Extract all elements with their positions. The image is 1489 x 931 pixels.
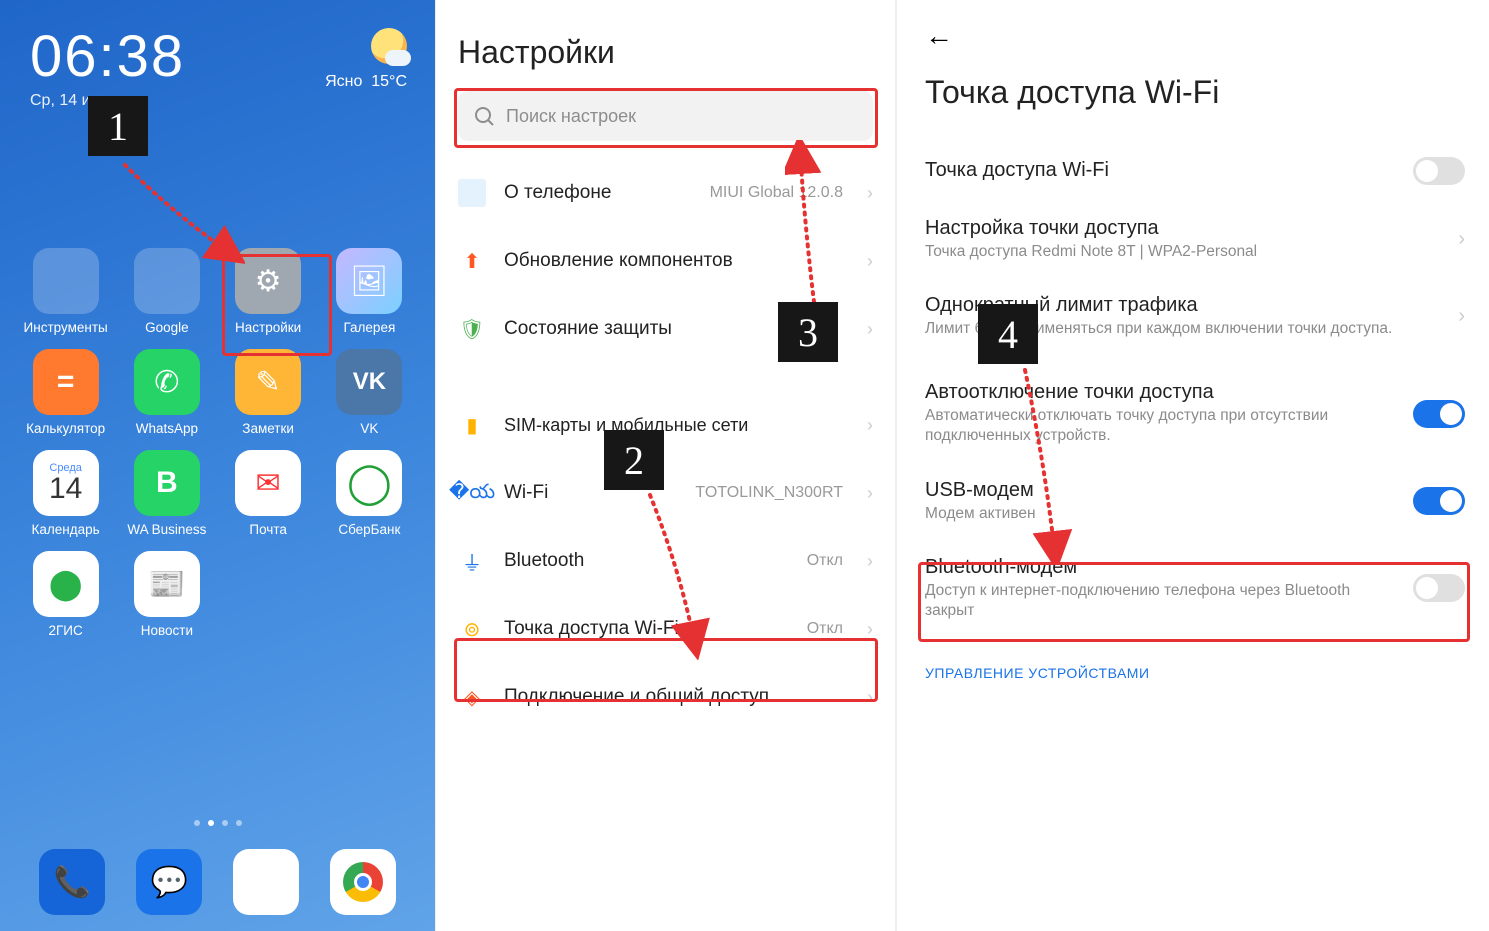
app-notes[interactable]: ✎Заметки bbox=[221, 349, 316, 436]
whatsapp-icon: ✆ bbox=[134, 349, 200, 415]
row-auto-off[interactable]: Автоотключение точки доступаАвтоматическ… bbox=[925, 365, 1465, 462]
camera-icon: ◉ bbox=[253, 865, 279, 900]
app-calc[interactable]: =Калькулятор bbox=[18, 349, 113, 436]
row-about-phone[interactable]: О телефоне MIUI Global 12.0.8 › bbox=[458, 159, 873, 227]
app-mail[interactable]: ✉Почта bbox=[221, 450, 316, 537]
app-vk[interactable]: VKVK bbox=[322, 349, 417, 436]
mail-icon: ✉ bbox=[235, 450, 301, 516]
chevron-right-icon: › bbox=[867, 183, 873, 204]
shield-icon: 🛡 bbox=[458, 315, 486, 343]
home-screen: 06:38 Ср, 14 июля Ясно 15°C 1 Инструмент… bbox=[0, 0, 435, 931]
dock-camera[interactable]: ◉ bbox=[233, 849, 299, 915]
share-icon: ◈ bbox=[458, 683, 486, 711]
row-bluetooth[interactable]: ⏚ Bluetooth Откл › bbox=[458, 527, 873, 595]
chevron-right-icon: › bbox=[1458, 305, 1465, 328]
row-update[interactable]: ⬆ Обновление компонентов › bbox=[458, 227, 873, 295]
row-wifi[interactable]: �య Wi-Fi TOTOLINK_N300RT › bbox=[458, 459, 873, 527]
chevron-right-icon: › bbox=[1458, 228, 1465, 251]
gallery-icon: 🖼 bbox=[336, 248, 402, 314]
row-hotspot-setup[interactable]: Настройка точки доступаТочка доступа Red… bbox=[925, 201, 1465, 278]
app-google[interactable]: Google bbox=[119, 248, 214, 335]
app-sber[interactable]: ◯СберБанк bbox=[322, 450, 417, 537]
app-whatsapp[interactable]: ✆WhatsApp bbox=[119, 349, 214, 436]
chevron-right-icon: › bbox=[867, 483, 873, 504]
update-icon: ⬆ bbox=[458, 247, 486, 275]
settings-title: Настройки bbox=[458, 34, 873, 71]
hotspot-toggle[interactable] bbox=[1413, 157, 1465, 185]
settings-screen: Настройки Поиск настроек О телефоне MIUI… bbox=[435, 0, 895, 931]
app-news[interactable]: 📰Новости bbox=[119, 551, 214, 638]
step-badge-2: 2 bbox=[604, 430, 664, 490]
app-2gis[interactable]: ⬤2ГИС bbox=[18, 551, 113, 638]
step-badge-3: 3 bbox=[778, 302, 838, 362]
arrow-left-icon: ← bbox=[925, 20, 953, 51]
row-bt-modem[interactable]: Bluetooth-модемДоступ к интернет-подключ… bbox=[925, 540, 1465, 637]
row-hotspot[interactable]: ⊚ Точка доступа Wi-Fi Откл › bbox=[458, 595, 873, 663]
clock-time: 06:38 bbox=[30, 28, 185, 86]
chevron-right-icon: › bbox=[867, 415, 873, 436]
chevron-right-icon: › bbox=[867, 687, 873, 708]
app-wabusiness[interactable]: BWA Business bbox=[119, 450, 214, 537]
chevron-right-icon: › bbox=[867, 619, 873, 640]
weather-widget[interactable]: Ясно 15°C bbox=[325, 28, 407, 91]
news-icon: 📰 bbox=[134, 551, 200, 617]
gear-icon: ⚙ bbox=[235, 248, 301, 314]
search-input[interactable]: Поиск настроек bbox=[458, 91, 873, 141]
row-sim[interactable]: ▮ SIM-карты и мобильные сети › bbox=[458, 391, 873, 459]
map-pin-icon: ⬤ bbox=[33, 551, 99, 617]
dock-messages[interactable]: 💬 bbox=[136, 849, 202, 915]
dock-phone[interactable]: 📞 bbox=[39, 849, 105, 915]
app-gallery[interactable]: 🖼Галерея bbox=[322, 248, 417, 335]
section-devices: УПРАВЛЕНИЕ УСТРОЙСТВАМИ bbox=[925, 665, 1465, 681]
bt-modem-toggle[interactable] bbox=[1413, 574, 1465, 602]
dock-chrome[interactable] bbox=[330, 849, 396, 915]
usb-modem-toggle[interactable] bbox=[1413, 487, 1465, 515]
row-connection-share[interactable]: ◈ Подключение и общий доступ › bbox=[458, 663, 873, 731]
sber-icon: ◯ bbox=[336, 450, 402, 516]
hotspot-screen: ← Точка доступа Wi-Fi Точка доступа Wi-F… bbox=[895, 0, 1489, 931]
weather-icon bbox=[371, 28, 407, 64]
search-icon bbox=[474, 106, 494, 126]
auto-off-toggle[interactable] bbox=[1413, 400, 1465, 428]
chevron-right-icon: › bbox=[867, 319, 873, 340]
chrome-icon bbox=[343, 862, 383, 902]
back-button[interactable]: ← bbox=[925, 20, 953, 52]
messages-icon: 💬 bbox=[150, 865, 187, 900]
step-badge-1: 1 bbox=[88, 96, 148, 156]
hotspot-icon: ⊚ bbox=[458, 615, 486, 643]
page-indicator[interactable] bbox=[0, 820, 435, 826]
chevron-right-icon: › bbox=[867, 551, 873, 572]
phone-icon: 📞 bbox=[54, 865, 91, 900]
bluetooth-icon: ⏚ bbox=[458, 547, 486, 575]
hotspot-title: Точка доступа Wi-Fi bbox=[925, 74, 1465, 111]
app-calendar[interactable]: Среда14Календарь bbox=[18, 450, 113, 537]
row-hotspot-toggle[interactable]: Точка доступа Wi-Fi bbox=[925, 141, 1465, 201]
phone-info-icon bbox=[458, 179, 486, 207]
step-badge-4: 4 bbox=[978, 304, 1038, 364]
sim-icon: ▮ bbox=[458, 411, 486, 439]
app-settings[interactable]: ⚙Настройки bbox=[221, 248, 316, 335]
dock: 📞 💬 ◉ bbox=[0, 849, 435, 915]
notes-icon: ✎ bbox=[235, 349, 301, 415]
wifi-icon: �య bbox=[458, 479, 486, 507]
row-usb-modem[interactable]: USB-модемМодем активен bbox=[925, 463, 1465, 540]
chevron-right-icon: › bbox=[867, 251, 873, 272]
app-tools[interactable]: Инструменты bbox=[18, 248, 113, 335]
